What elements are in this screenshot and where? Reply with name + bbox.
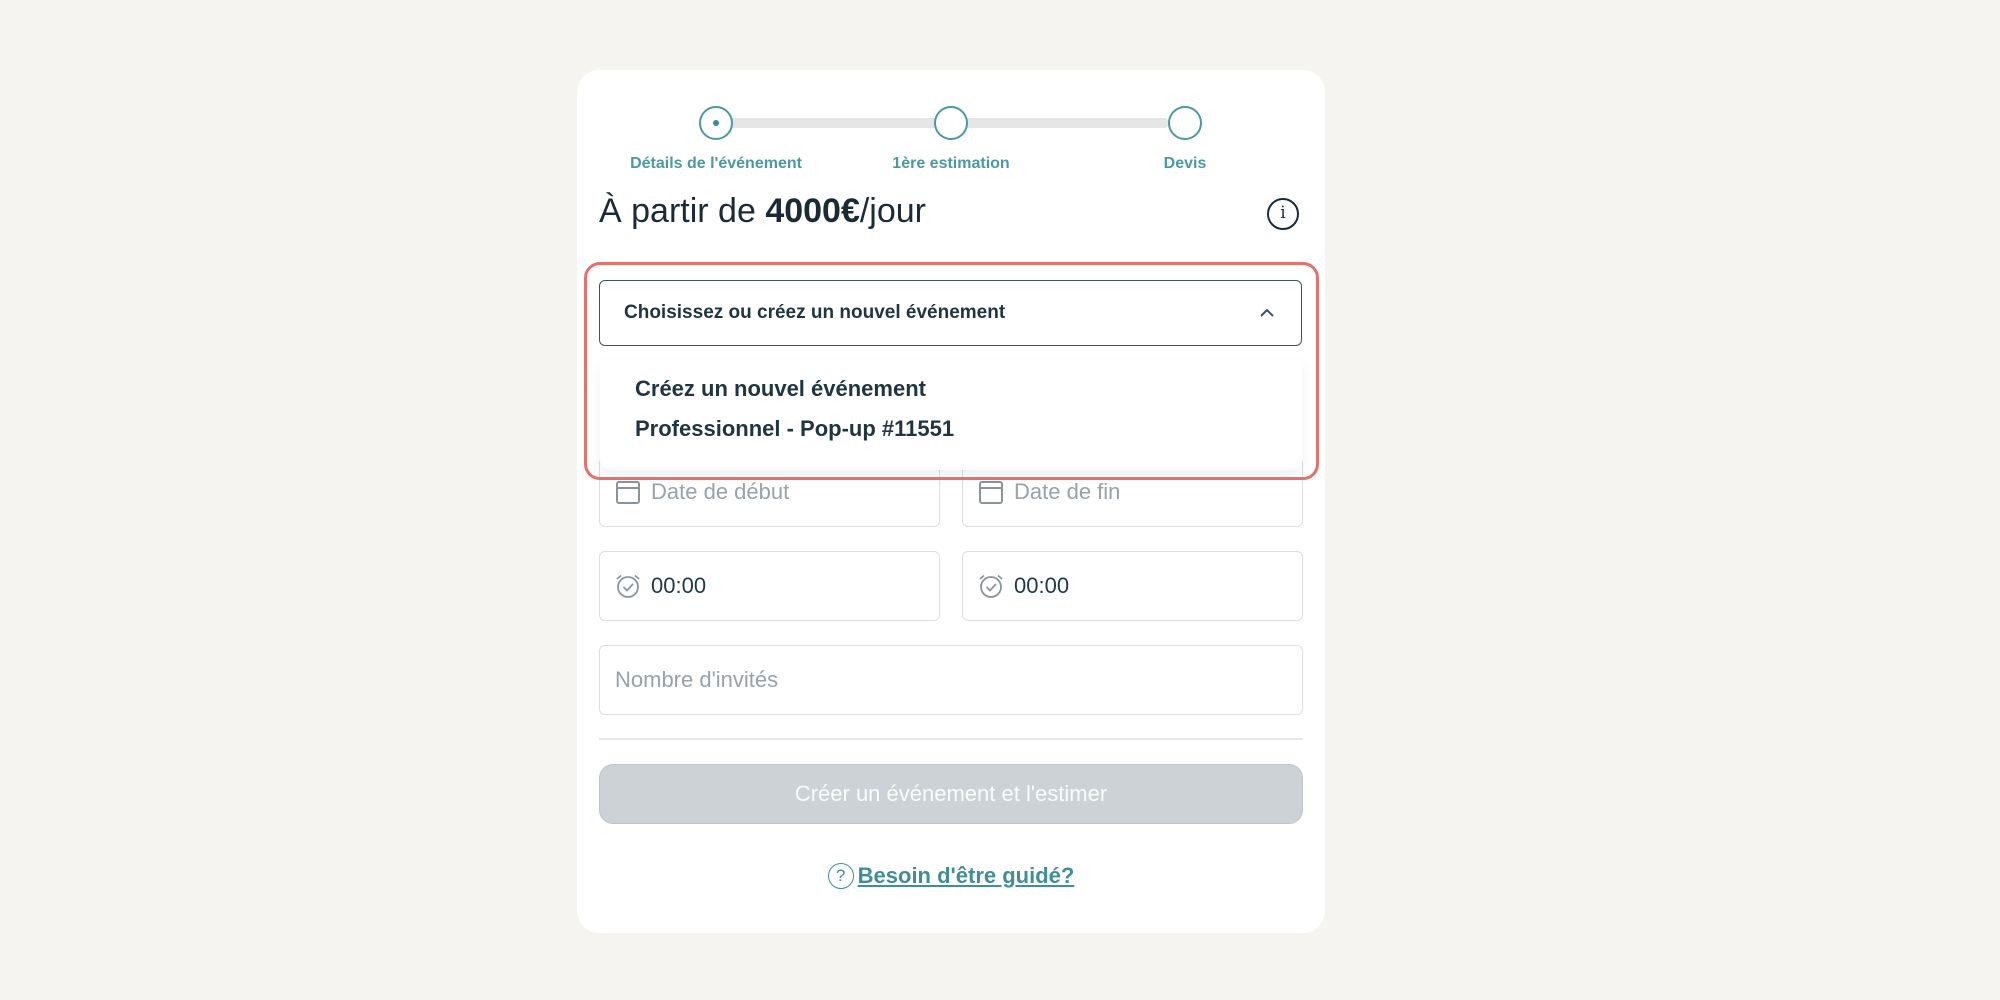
question-icon: ? [827,863,854,890]
guests-placeholder: Nombre d'invités [615,667,779,692]
end-time-field[interactable]: 00:00 [962,551,1303,621]
step-dot-estimate [934,106,968,140]
start-time-value: 00:00 [651,573,707,598]
highlight-frame [584,262,1319,480]
create-event-button[interactable]: Créer un événement et l'estimer [599,764,1303,824]
calendar-icon [616,481,640,504]
step-label-estimate: 1ère estimation [892,155,1010,172]
price-heading: À partir de 4000€/jour [599,192,926,231]
event-form-card: Détails de l'événement 1ère estimation D… [577,70,1325,933]
price-prefix: À partir de [599,192,766,230]
step-dot-details [699,106,733,140]
guests-field[interactable]: Nombre d'invités [599,645,1303,715]
help-link[interactable]: Besoin d'être guidé? [858,863,1075,888]
help-link-row: ? Besoin d'être guidé? [577,862,1325,890]
end-date-placeholder: Date de fin [1014,479,1121,504]
end-time-value: 00:00 [1014,573,1070,598]
price-amount: 4000€ [765,192,860,230]
step-label-details: Détails de l'événement [630,155,802,172]
step-label-quote: Devis [1163,155,1207,172]
divider [599,738,1303,740]
step-dot-quote [1168,106,1202,140]
info-icon[interactable]: i [1267,198,1299,230]
start-time-field[interactable]: 00:00 [599,551,940,621]
calendar-icon [979,481,1003,504]
price-suffix: /jour [859,192,926,230]
progress-stepper: Détails de l'événement 1ère estimation D… [577,70,1325,190]
start-date-placeholder: Date de début [651,479,790,504]
alarm-clock-icon [616,574,640,598]
alarm-clock-icon [979,574,1003,598]
